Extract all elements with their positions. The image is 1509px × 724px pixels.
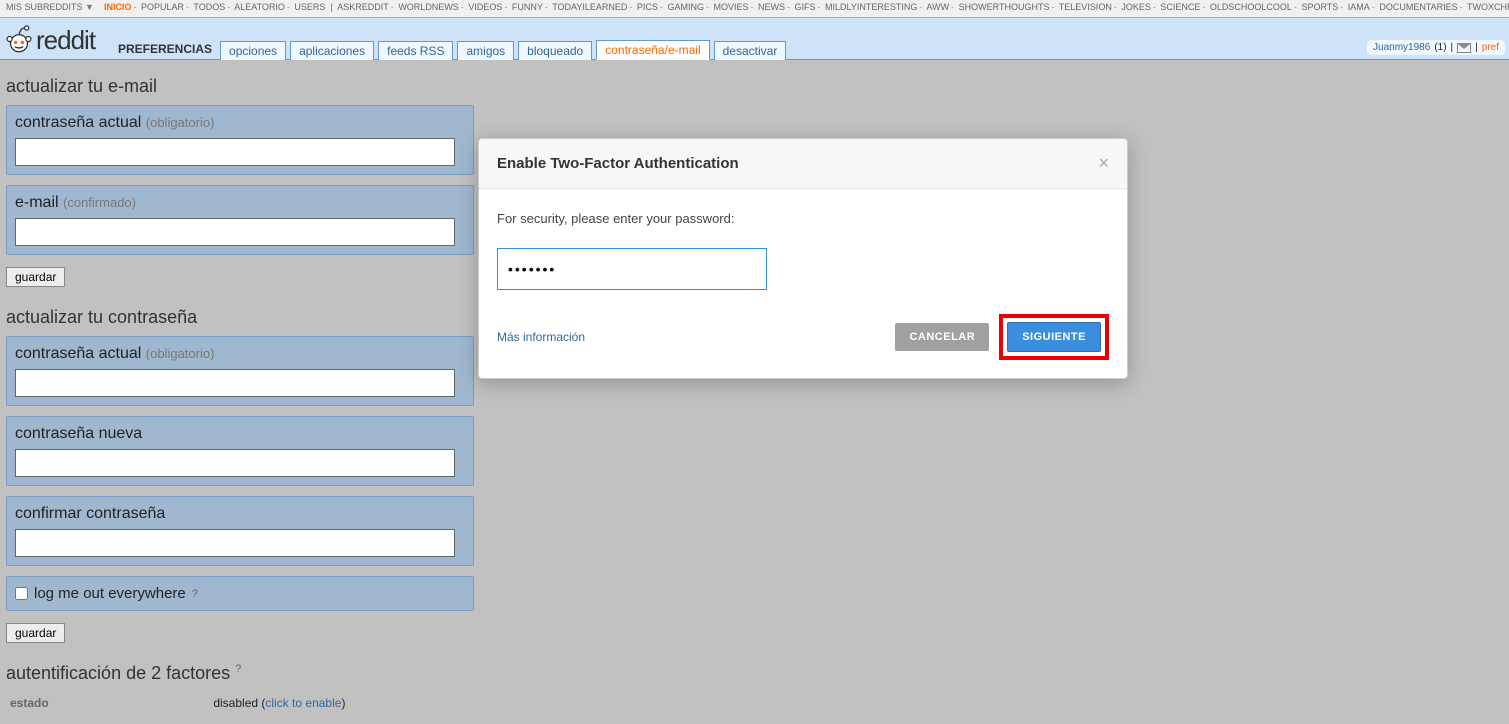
- mail-icon[interactable]: [1457, 43, 1471, 53]
- tab-contrasena-email[interactable]: contraseña/e-mail: [596, 40, 709, 60]
- srbar-sub[interactable]: JOKES: [1121, 2, 1151, 12]
- twofa-state-value: disabled: [213, 696, 258, 710]
- srbar-aleatorio[interactable]: ALEATORIO: [234, 2, 285, 12]
- srbar-sub[interactable]: AWW: [926, 2, 949, 12]
- email-input[interactable]: [15, 218, 455, 246]
- srbar-sub[interactable]: VIDEOS: [468, 2, 502, 12]
- twofa-state-label: estado: [10, 696, 130, 710]
- tab-bloqueado[interactable]: bloqueado: [518, 41, 592, 60]
- modal-body: For security, please enter your password…: [479, 189, 1127, 300]
- modal-password-input[interactable]: [497, 248, 767, 290]
- prefs-heading: PREFERENCIAS: [118, 42, 212, 59]
- tab-aplicaciones[interactable]: aplicaciones: [290, 41, 374, 60]
- modal-header: Enable Two-Factor Authentication ×: [479, 139, 1127, 189]
- my-subreddits-label: MIS SUBREDDITS: [6, 2, 83, 12]
- subreddit-bar: MIS SUBREDDITS ▼ INICIO- POPULAR- TODOS-…: [0, 0, 1509, 18]
- header: reddit PREFERENCIAS opciones aplicacione…: [0, 18, 1509, 60]
- save-email-button[interactable]: guardar: [6, 267, 65, 287]
- modal-prompt: For security, please enter your password…: [497, 211, 1109, 226]
- help-icon[interactable]: ?: [192, 588, 198, 600]
- srbar-sub[interactable]: MOVIES: [713, 2, 748, 12]
- pref-link[interactable]: pref: [1482, 42, 1499, 53]
- confirm-password-block: confirmar contraseña: [6, 496, 474, 566]
- srbar-sub[interactable]: TELEVISION: [1059, 2, 1112, 12]
- current-password-input-2[interactable]: [15, 369, 455, 397]
- username-link[interactable]: Juanmy1986: [1373, 42, 1430, 53]
- modal-footer: Más información CANCELAR SIGUIENTE: [479, 300, 1127, 378]
- karma-count: (1): [1434, 42, 1446, 53]
- current-password-block: contraseña actual (obligatorio): [6, 105, 474, 175]
- more-info-link[interactable]: Más información: [497, 330, 585, 344]
- srbar-users[interactable]: USERS: [294, 2, 325, 12]
- srbar-sub[interactable]: GAMING: [667, 2, 704, 12]
- logo[interactable]: reddit: [2, 22, 95, 56]
- help-icon[interactable]: ?: [235, 663, 241, 675]
- srbar-inicio[interactable]: INICIO: [104, 2, 132, 12]
- close-icon[interactable]: ×: [1098, 153, 1109, 174]
- srbar-sub[interactable]: FUNNY: [512, 2, 543, 12]
- current-password-block-2: contraseña actual (obligatorio): [6, 336, 474, 406]
- current-password-label: contraseña actual (obligatorio): [15, 114, 214, 131]
- logout-everywhere-label: log me out everywhere: [34, 585, 186, 602]
- srbar-sub[interactable]: SHOWERTHOUGHTS: [959, 2, 1050, 12]
- snoo-icon: [2, 22, 36, 56]
- cancel-button[interactable]: CANCELAR: [895, 323, 989, 351]
- srbar-popular[interactable]: POPULAR: [141, 2, 184, 12]
- next-button[interactable]: SIGUIENTE: [1007, 322, 1101, 352]
- srbar-sub[interactable]: IAMA: [1348, 2, 1370, 12]
- email-block: e-mail (confirmado): [6, 185, 474, 255]
- modal-title: Enable Two-Factor Authentication: [497, 155, 739, 172]
- logout-everywhere-block: log me out everywhere ?: [6, 576, 474, 611]
- twofa-heading: autentificación de 2 factores ?: [6, 663, 1503, 684]
- update-email-heading: actualizar tu e-mail: [6, 76, 1503, 97]
- current-password-label-2: contraseña actual (obligatorio): [15, 345, 214, 362]
- srbar-sub[interactable]: PICS: [637, 2, 658, 12]
- tab-opciones[interactable]: opciones: [220, 41, 286, 60]
- srbar-sub[interactable]: ASKREDDIT: [337, 2, 389, 12]
- tab-desactivar[interactable]: desactivar: [714, 41, 787, 60]
- srbar-sub[interactable]: NEWS: [758, 2, 785, 12]
- userbar: Juanmy1986 (1) | | pref: [1367, 40, 1505, 55]
- srbar-todos[interactable]: TODOS: [193, 2, 225, 12]
- srbar-sub[interactable]: DOCUMENTARIES: [1379, 2, 1457, 12]
- twofa-modal: Enable Two-Factor Authentication × For s…: [478, 138, 1128, 379]
- twofa-status-row: estado disabled (click to enable): [6, 692, 1503, 714]
- srbar-sub[interactable]: WORLDNEWS: [398, 2, 459, 12]
- confirm-password-label: confirmar contraseña: [15, 505, 165, 522]
- save-password-button[interactable]: guardar: [6, 623, 65, 643]
- logout-everywhere-checkbox[interactable]: [15, 587, 28, 600]
- srbar-sub[interactable]: GIFS: [795, 2, 816, 12]
- tab-amigos[interactable]: amigos: [457, 41, 514, 60]
- srbar-sub[interactable]: SCIENCE: [1160, 2, 1200, 12]
- tab-feeds[interactable]: feeds RSS: [378, 41, 453, 60]
- logo-text: reddit: [36, 25, 95, 56]
- srbar-sub[interactable]: TWOXCHROMOSOMES: [1467, 2, 1509, 12]
- current-password-input[interactable]: [15, 138, 455, 166]
- new-password-label: contraseña nueva: [15, 425, 142, 442]
- next-button-highlight: SIGUIENTE: [999, 314, 1109, 360]
- new-password-block: contraseña nueva: [6, 416, 474, 486]
- twofa-enable-link[interactable]: click to enable: [265, 696, 341, 710]
- srbar-sub[interactable]: TODAYILEARNED: [552, 2, 627, 12]
- srbar-sub[interactable]: OLDSCHOOLCOOL: [1210, 2, 1292, 12]
- tabmenu: PREFERENCIAS opciones aplicaciones feeds…: [118, 39, 790, 59]
- srbar-sub[interactable]: MILDLYINTERESTING: [825, 2, 917, 12]
- confirm-password-input[interactable]: [15, 529, 455, 557]
- new-password-input[interactable]: [15, 449, 455, 477]
- dropdown-icon[interactable]: ▼: [85, 2, 94, 12]
- email-label: e-mail (confirmado): [15, 194, 136, 211]
- srbar-sub[interactable]: SPORTS: [1301, 2, 1338, 12]
